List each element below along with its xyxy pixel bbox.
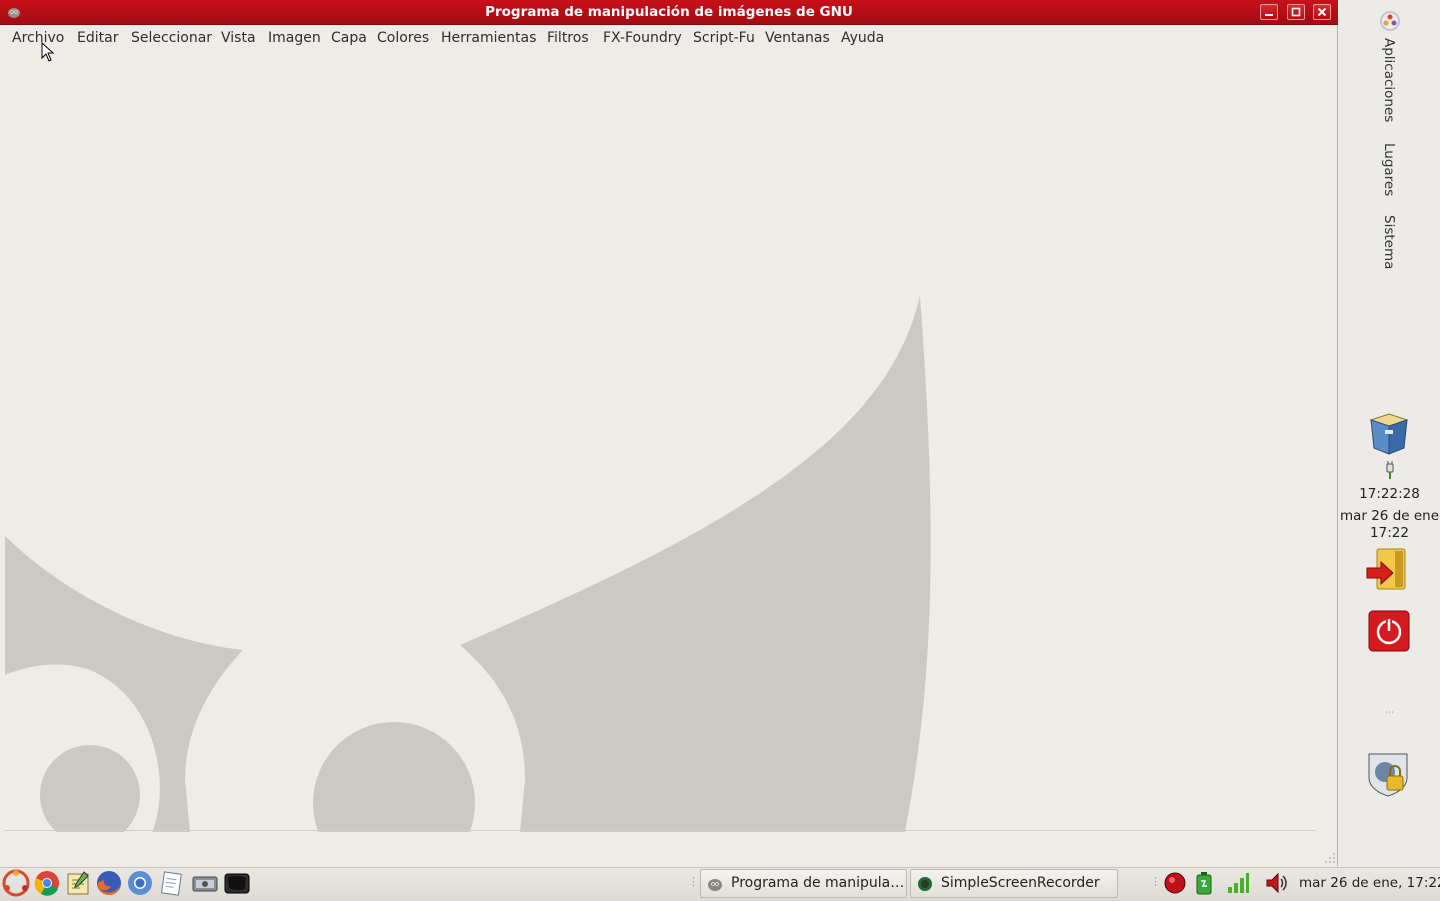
lock-screen-icon[interactable] xyxy=(1365,750,1411,798)
status-divider xyxy=(4,830,1316,831)
menu-ventanas[interactable]: Ventanas xyxy=(765,26,830,50)
title-bar[interactable]: Programa de manipulación de imágenes de … xyxy=(0,0,1338,25)
firefox-icon[interactable] xyxy=(95,869,123,897)
close-button[interactable] xyxy=(1313,4,1331,20)
menu-script-fu[interactable]: Script-Fu xyxy=(693,26,755,50)
gnome-foot-icon[interactable] xyxy=(1378,9,1402,33)
menu-ayuda[interactable]: Ayuda xyxy=(841,26,884,50)
text-editor-icon[interactable] xyxy=(64,869,92,897)
battery-icon[interactable] xyxy=(1192,871,1216,895)
minimize-icon xyxy=(1265,14,1273,16)
side-clock-short[interactable]: 17:22 xyxy=(1339,525,1440,541)
menu-archivo[interactable]: Archivo xyxy=(12,26,64,50)
trash-icon[interactable] xyxy=(1365,410,1413,458)
side-clock-time[interactable]: 17:22:28 xyxy=(1339,486,1440,502)
mouse-pointer-icon xyxy=(41,42,55,62)
plug-icon[interactable] xyxy=(1383,461,1397,481)
logout-icon[interactable] xyxy=(1365,546,1413,594)
minimize-button[interactable] xyxy=(1260,4,1278,20)
menu-lugares[interactable]: Lugares xyxy=(1381,143,1397,196)
menu-editar[interactable]: Editar xyxy=(77,26,118,50)
menu-imagen[interactable]: Imagen xyxy=(268,26,321,50)
task-gimp-label: Programa de manipula… xyxy=(731,875,905,891)
notes-icon[interactable] xyxy=(157,869,185,897)
power-icon[interactable] xyxy=(1367,609,1411,653)
menu-vista[interactable]: Vista xyxy=(221,26,256,50)
resize-grip-icon[interactable] xyxy=(1322,850,1336,864)
menu-herramientas[interactable]: Herramientas xyxy=(441,26,536,50)
volume-icon[interactable] xyxy=(1264,871,1288,895)
record-icon xyxy=(918,877,932,891)
menu-colores[interactable]: Colores xyxy=(377,26,429,50)
menu-aplicaciones[interactable]: Aplicaciones xyxy=(1381,38,1397,122)
side-clock-date[interactable]: mar 26 de ene xyxy=(1339,508,1440,524)
ubuntu-logo-icon[interactable] xyxy=(2,869,30,897)
scanner-icon[interactable] xyxy=(191,869,219,897)
panel-clock[interactable]: mar 26 de ene, 17:22 xyxy=(1299,867,1440,900)
empty-canvas-area[interactable] xyxy=(0,52,1337,832)
chrome-icon[interactable] xyxy=(33,869,61,897)
task-separator-icon: ⋮ xyxy=(688,875,699,888)
gimp-icon xyxy=(708,879,722,891)
menu-sistema[interactable]: Sistema xyxy=(1381,215,1397,269)
task-simplescreenrecorder-label: SimpleScreenRecorder xyxy=(941,875,1100,891)
terminal-icon[interactable] xyxy=(223,869,251,897)
task-simplescreenrecorder[interactable]: SimpleScreenRecorder xyxy=(910,869,1118,898)
task-gimp[interactable]: Programa de manipula… xyxy=(700,869,907,898)
recorder-tray-icon[interactable] xyxy=(1163,871,1187,895)
wilber-watermark xyxy=(5,296,931,832)
gimp-window: Programa de manipulación de imágenes de … xyxy=(0,0,1338,866)
menu-seleccionar[interactable]: Seleccionar xyxy=(131,26,212,50)
maximize-icon xyxy=(1291,7,1301,17)
maximize-button[interactable] xyxy=(1287,4,1305,20)
network-signal-icon[interactable] xyxy=(1226,871,1250,895)
menu-fx-foundry[interactable]: FX-Foundry xyxy=(603,26,682,50)
chromium-icon[interactable] xyxy=(126,869,154,897)
panel-handle-icon[interactable]: ⋯ xyxy=(1385,708,1394,718)
menu-filtros[interactable]: Filtros xyxy=(547,26,589,50)
menu-capa[interactable]: Capa xyxy=(331,26,367,50)
window-title: Programa de manipulación de imágenes de … xyxy=(485,4,853,20)
close-icon xyxy=(1317,7,1327,17)
tray-separator-icon: ⋮ xyxy=(1150,875,1161,888)
